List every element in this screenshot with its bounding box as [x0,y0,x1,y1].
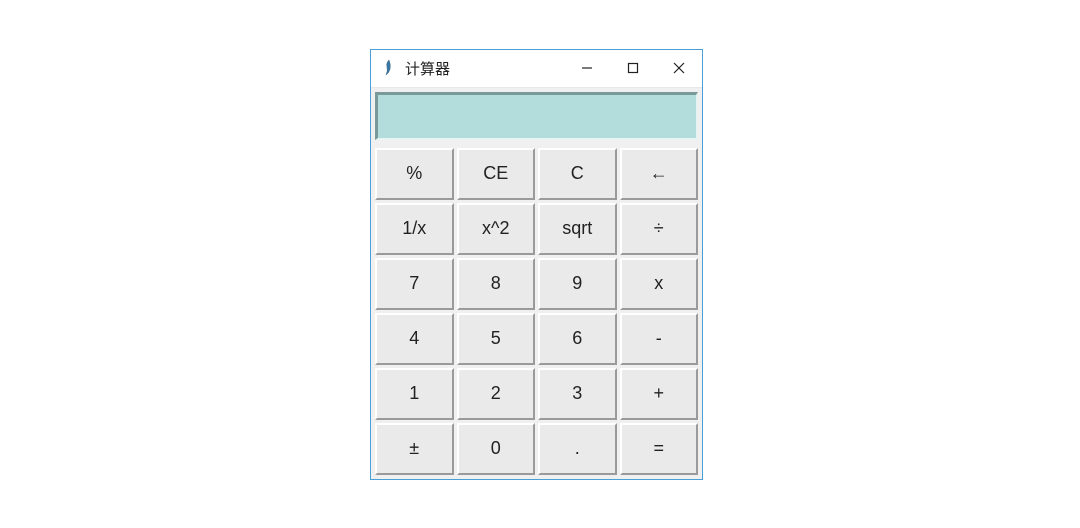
divide-button[interactable]: ÷ [620,203,699,255]
digit-9-button[interactable]: 9 [538,258,617,310]
close-button[interactable] [656,50,702,87]
reciprocal-button[interactable]: 1/x [375,203,454,255]
calculator-content: % CE C ← 1/x x^2 sqrt ÷ 7 8 9 x 4 5 6 - … [371,88,702,479]
clear-entry-button[interactable]: CE [457,148,536,200]
negate-button[interactable]: ± [375,423,454,475]
square-button[interactable]: x^2 [457,203,536,255]
minimize-button[interactable] [564,50,610,87]
equals-button[interactable]: = [620,423,699,475]
button-grid: % CE C ← 1/x x^2 sqrt ÷ 7 8 9 x 4 5 6 - … [375,148,698,475]
sqrt-button[interactable]: sqrt [538,203,617,255]
digit-5-button[interactable]: 5 [457,313,536,365]
add-button[interactable]: + [620,368,699,420]
subtract-button[interactable]: - [620,313,699,365]
digit-3-button[interactable]: 3 [538,368,617,420]
window-title: 计算器 [405,58,564,79]
digit-0-button[interactable]: 0 [457,423,536,475]
window-controls [564,50,702,87]
digit-6-button[interactable]: 6 [538,313,617,365]
titlebar[interactable]: 计算器 [371,50,702,88]
digit-2-button[interactable]: 2 [457,368,536,420]
calculator-window: 计算器 % CE C ← 1/x x^2 sqrt ÷ 7 8 9 [370,49,703,480]
digit-4-button[interactable]: 4 [375,313,454,365]
digit-8-button[interactable]: 8 [457,258,536,310]
decimal-button[interactable]: . [538,423,617,475]
multiply-button[interactable]: x [620,258,699,310]
maximize-button[interactable] [610,50,656,87]
app-icon [381,58,397,78]
display-field[interactable] [375,92,698,140]
clear-button[interactable]: C [538,148,617,200]
percent-button[interactable]: % [375,148,454,200]
digit-1-button[interactable]: 1 [375,368,454,420]
backspace-button[interactable]: ← [620,148,699,200]
digit-7-button[interactable]: 7 [375,258,454,310]
